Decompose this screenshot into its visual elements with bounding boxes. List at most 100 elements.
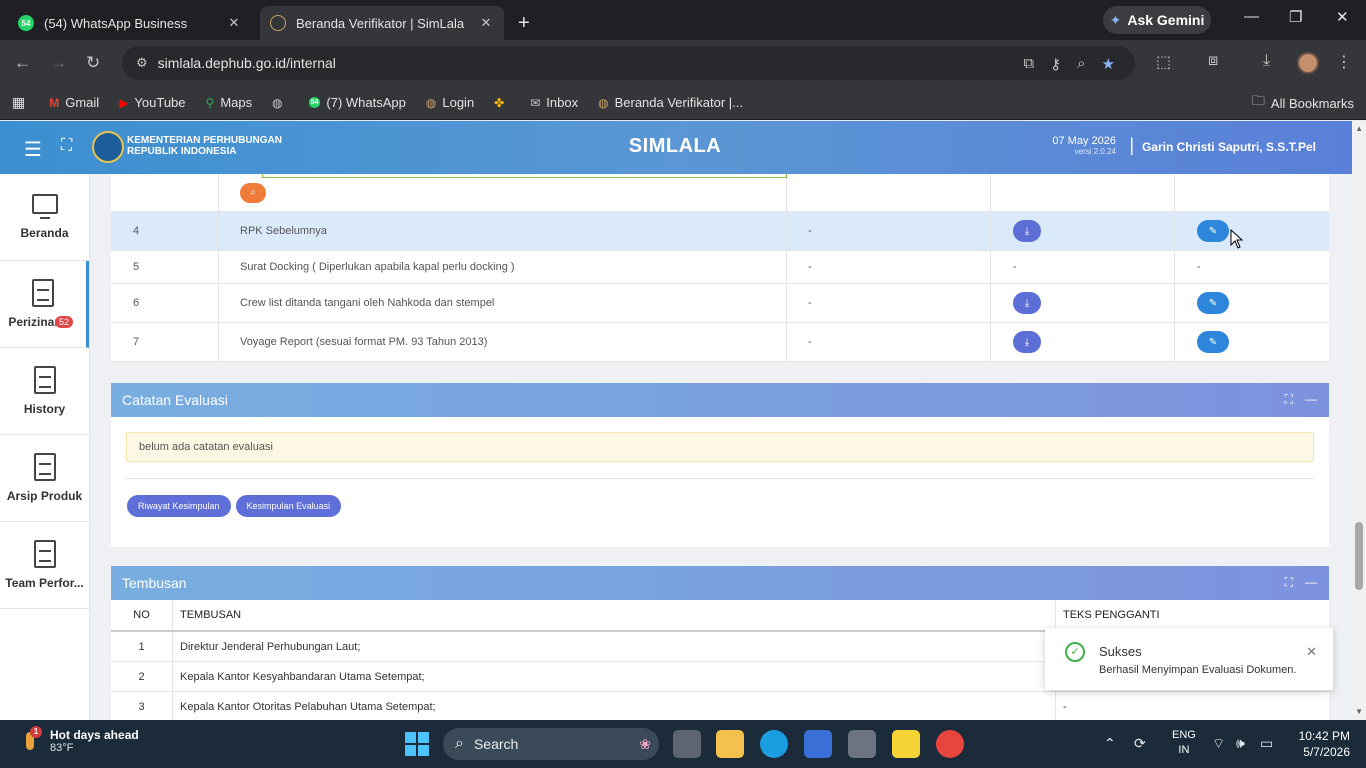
sidebar-item-team-performance[interactable]: Team Perfor... [0,522,89,609]
expand-icon[interactable]: ⛶ [1285,392,1293,407]
pengganti-text: - [1063,700,1067,713]
bookmark-label: Gmail [65,95,100,110]
chrome-icon[interactable] [936,730,964,758]
bookmark-beranda[interactable]: ◍ Beranda Verifikator |... [598,95,743,110]
tab-search-icon[interactable]: ⧈ [1208,52,1218,70]
card-title: Catatan Evaluasi [122,392,228,408]
chevron-up-icon[interactable]: ⌃ [1104,735,1116,752]
weather-widget[interactable]: 1 Hot days ahead 83°F [18,726,139,754]
forward-icon[interactable]: → [50,53,67,73]
bookmark-gmail[interactable]: M Gmail [49,95,99,110]
sidebar-item-history[interactable]: History [0,348,89,435]
edit-button[interactable]: ✎ [1197,331,1229,353]
download-button[interactable]: ⤓ [1013,331,1041,353]
site-settings-icon[interactable]: ⚙ [136,55,148,71]
tab-whatsapp[interactable]: 54 (54) WhatsApp Business ✕ [8,6,252,40]
ask-gemini-button[interactable]: ✦ Ask Gemini [1103,6,1211,34]
extensions-icon[interactable]: ⬚ [1156,52,1171,72]
gmail-icon: M [49,95,60,110]
search-icon[interactable]: ⌕ [240,182,266,203]
bookmark-whatsapp[interactable]: 54 (7) WhatsApp [308,95,406,110]
close-icon[interactable]: ✕ [478,15,494,31]
toast-message: Berhasil Menyimpan Evaluasi Dokumen. [1099,664,1297,676]
new-tab-button[interactable]: + [518,6,530,40]
bookmark-maps[interactable]: ⚲ Maps [206,95,253,110]
fullscreen-icon[interactable]: ⛶ [61,137,72,155]
edge-browser-icon[interactable] [760,730,788,758]
row-number: 4 [111,212,219,250]
scroll-down-icon[interactable]: ▼ [1355,707,1363,716]
card-header: Catatan Evaluasi ⛶ — [111,383,1329,417]
page-scrollbar[interactable] [1352,121,1366,720]
collapse-icon[interactable]: — [1305,392,1317,407]
whatsapp-icon: 54 [308,97,321,108]
toast-title: Sukses [1099,644,1142,659]
volume-icon[interactable]: 🕪 [1236,735,1245,752]
download-button[interactable]: ⤓ [1013,292,1041,314]
card-title: Tembusan [122,575,187,591]
password-key-icon[interactable]: ⚷ [1050,55,1061,73]
close-icon[interactable]: ✕ [226,15,242,31]
reload-icon[interactable]: ↻ [86,53,100,73]
wifi-icon[interactable]: ⌔ [1212,735,1225,753]
bookmark-label: Beranda Verifikator |... [614,95,743,110]
thermometer-icon: 1 [18,726,42,754]
address-bar[interactable]: ⚙ simlala.dephub.go.id/internal ⧉ ⚷ ⌕ ★ [122,46,1135,80]
evaluation-card: Catatan Evaluasi ⛶ — belum ada catatan e… [111,383,1329,547]
sync-icon[interactable]: ⟳ [1134,735,1146,752]
row-number: 2 [111,662,173,691]
minimize-icon[interactable]: — [1244,8,1259,25]
riwayat-kesimpulan-button[interactable]: Riwayat Kesimpulan [127,495,231,517]
back-icon[interactable]: ← [14,53,31,73]
globe-icon [270,15,286,31]
window-close-icon[interactable]: ✕ [1336,8,1349,26]
download-icon[interactable]: ⤓ [1263,52,1270,70]
bookmark-login[interactable]: ◍ Login [426,95,474,110]
bookmark-star-icon[interactable]: ★ [1102,55,1115,73]
pinwheel-icon: ✤ [494,95,505,110]
taskbar-search[interactable]: ⌕ Search ❀ [443,728,659,760]
scrollbar-thumb[interactable] [1355,522,1363,590]
file-explorer-icon[interactable] [716,730,744,758]
clock-time: 10:42 PM [1298,729,1350,743]
all-bookmarks-button[interactable]: 🗀 All Bookmarks [1252,92,1354,114]
bookmark-inbox[interactable]: ✉ Inbox [530,95,578,110]
scroll-up-icon[interactable]: ▲ [1355,124,1363,133]
expand-icon[interactable]: ⛶ [1285,575,1293,590]
language-indicator[interactable]: ENG IN [1172,728,1196,758]
kesimpulan-evaluasi-button[interactable]: Kesimpulan Evaluasi [235,495,342,517]
success-toast: ✓ Sukses Berhasil Menyimpan Evaluasi Dok… [1045,628,1333,690]
bookmark-label: Maps [220,95,253,110]
windows-start-icon[interactable] [405,732,429,756]
taskbar: 1 Hot days ahead 83°F ⌕ Search ❀ ⌃ ⟳ ENG… [0,720,1366,768]
bookmark-youtube[interactable]: ▶ YouTube [119,95,185,110]
sidebar-item-perizinan[interactable]: Perizinan 52 [0,261,89,348]
sidebar-item-arsip-produk[interactable]: Arsip Produk [0,435,89,522]
hamburger-menu-icon[interactable]: ☰ [24,137,42,162]
battery-icon[interactable]: ▭ [1260,735,1273,752]
edit-button[interactable]: ✎ [1197,292,1229,314]
tab-simlala[interactable]: Beranda Verifikator | SimLala ✕ [260,6,504,40]
download-button[interactable]: ⤓ [1013,220,1041,242]
copilot-icon[interactable] [804,730,832,758]
task-view-icon[interactable] [673,730,701,758]
edit-button[interactable]: ✎ [1197,220,1229,242]
bookmark-globe[interactable]: ◍ [272,96,288,110]
install-app-icon[interactable]: ⧉ [1023,55,1034,73]
sidebar-item-beranda[interactable]: Beranda [0,174,89,261]
sticky-notes-icon[interactable] [892,730,920,758]
collapse-icon[interactable]: — [1305,575,1317,590]
zoom-icon[interactable]: ⌕ [1077,55,1085,73]
bookmark-pinwheel[interactable]: ✤ [494,96,510,110]
apps-grid-icon[interactable]: ▦ [12,94,25,111]
menu-dots-icon[interactable]: ⋮ [1336,52,1352,72]
maximize-icon[interactable]: ❐ [1289,8,1302,26]
globe-icon: ◍ [425,95,437,110]
camera-icon[interactable] [848,730,876,758]
profile-avatar[interactable] [1297,52,1319,74]
user-name[interactable]: Garin Christi Saputri, S.S.T.Pel [1142,140,1316,154]
clock[interactable]: 10:42 PM 5/7/2026 [1299,728,1350,760]
close-icon[interactable]: ✕ [1306,644,1317,660]
document-icon [32,279,54,307]
monitor-icon [31,194,58,219]
